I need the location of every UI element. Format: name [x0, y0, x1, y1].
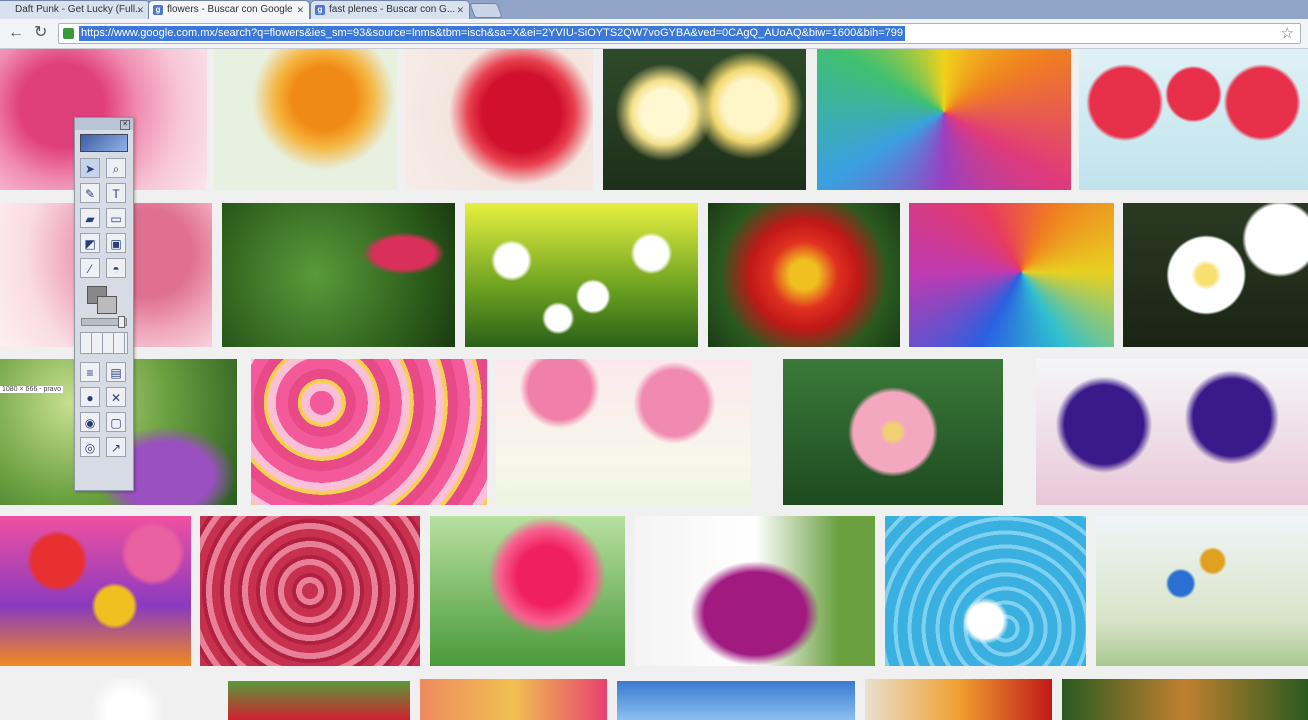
tab-title: Daft Punk - Get Lucky (Full...: [15, 4, 144, 15]
folder-icon[interactable]: ▤: [106, 362, 126, 382]
result-image[interactable]: [222, 203, 455, 347]
result-image[interactable]: [617, 681, 855, 720]
highlighter-icon[interactable]: ▰: [80, 208, 100, 228]
close-tab-icon[interactable]: ✕: [136, 1, 144, 19]
size-slider[interactable]: [81, 316, 127, 328]
result-image[interactable]: [214, 49, 397, 190]
back-arrow-icon[interactable]: ←: [8, 25, 24, 41]
select-arrow-icon[interactable]: ➤: [80, 158, 100, 178]
tab-strip: Daft Punk - Get Lucky (Full... ✕ g flowe…: [0, 0, 1308, 19]
result-image[interactable]: [865, 679, 1052, 720]
close-icon[interactable]: ✕: [120, 120, 130, 130]
zoom-icon[interactable]: ⌕: [106, 158, 126, 178]
browser-toolbar: ← ↻ https://www.google.com.mx/search?q=f…: [0, 19, 1308, 49]
result-image[interactable]: [228, 681, 410, 720]
secure-lock-icon: [63, 28, 74, 39]
tool-palette[interactable]: ✕ ➤ ⌕ ✎ T ▰ ▭ ◩ ▣ ⁄ ◓ ≡ ▤ ● ✕ ◉ ▢ ◎ ↗: [74, 117, 134, 491]
lines-icon[interactable]: ≡: [80, 362, 100, 382]
result-image[interactable]: [200, 516, 420, 666]
crop-icon[interactable]: ✕: [106, 387, 126, 407]
canvas-size-label: 1080 × 666 - pravo: [0, 386, 63, 393]
result-image[interactable]: [1036, 359, 1308, 505]
result-image[interactable]: [885, 516, 1086, 666]
tab-daft-punk[interactable]: Daft Punk - Get Lucky (Full... ✕: [0, 0, 150, 19]
tool-grid-bottom: ≡ ▤ ● ✕ ◉ ▢ ◎ ↗: [75, 360, 133, 459]
rectangle-icon[interactable]: ▭: [106, 208, 126, 228]
tool-grid: ➤ ⌕ ✎ T ▰ ▭ ◩ ▣ ⁄ ◓: [75, 156, 133, 280]
close-tab-icon[interactable]: ✕: [296, 1, 304, 19]
result-image[interactable]: [817, 49, 1071, 190]
new-tab-button[interactable]: [469, 3, 503, 18]
capture-icon[interactable]: ◎: [80, 437, 100, 457]
result-image[interactable]: [40, 679, 215, 720]
result-image[interactable]: [405, 49, 593, 190]
pencil-icon[interactable]: ✎: [80, 183, 100, 203]
result-image[interactable]: [783, 359, 1003, 505]
color-swatch[interactable]: [87, 286, 117, 314]
line-style-selector[interactable]: [80, 332, 128, 354]
result-image[interactable]: [708, 203, 900, 347]
result-image[interactable]: [1123, 203, 1308, 347]
close-tab-icon[interactable]: ✕: [456, 1, 464, 19]
result-image[interactable]: [420, 679, 607, 720]
result-image[interactable]: [909, 203, 1114, 347]
result-image[interactable]: [1096, 516, 1308, 666]
tab-title: flowers - Buscar con Google: [167, 4, 293, 15]
text-icon[interactable]: T: [106, 183, 126, 203]
result-image[interactable]: [251, 359, 487, 505]
frame-icon[interactable]: ▣: [106, 233, 126, 253]
color-preview: [80, 134, 128, 152]
background-color[interactable]: [97, 296, 117, 314]
camera-icon[interactable]: ◉: [80, 412, 100, 432]
result-image[interactable]: [603, 49, 806, 190]
record-icon[interactable]: ●: [80, 387, 100, 407]
result-image[interactable]: [465, 203, 698, 347]
google-favicon-icon: g: [315, 5, 325, 15]
monitor-icon[interactable]: ▢: [106, 412, 126, 432]
google-favicon-icon: g: [153, 5, 163, 15]
result-image[interactable]: [496, 359, 751, 505]
palette-titlebar[interactable]: ✕: [75, 118, 133, 130]
tab-fast-plenes[interactable]: g fast plenes - Buscar con G... ✕: [310, 0, 470, 19]
fill-bucket-icon[interactable]: ◓: [106, 258, 126, 278]
address-bar[interactable]: https://www.google.com.mx/search?q=flowe…: [58, 23, 1301, 44]
result-image[interactable]: [430, 516, 625, 666]
eraser-icon[interactable]: ◩: [80, 233, 100, 253]
reload-icon[interactable]: ↻: [34, 25, 47, 41]
result-image[interactable]: [1062, 679, 1308, 720]
export-icon[interactable]: ↗: [106, 437, 126, 457]
tab-title: fast plenes - Buscar con G...: [329, 4, 456, 15]
result-image[interactable]: [1079, 49, 1308, 190]
result-image[interactable]: [635, 516, 875, 666]
eyedropper-icon[interactable]: ⁄: [80, 258, 100, 278]
result-image[interactable]: [0, 516, 191, 666]
url-text[interactable]: https://www.google.com.mx/search?q=flowe…: [79, 26, 906, 41]
slider-knob[interactable]: [118, 316, 125, 328]
star-icon[interactable]: ☆: [1281, 24, 1294, 43]
tab-flowers[interactable]: g flowers - Buscar con Google ✕: [148, 0, 310, 19]
image-results-grid: 1080 × 666 - pravo: [0, 49, 1308, 720]
